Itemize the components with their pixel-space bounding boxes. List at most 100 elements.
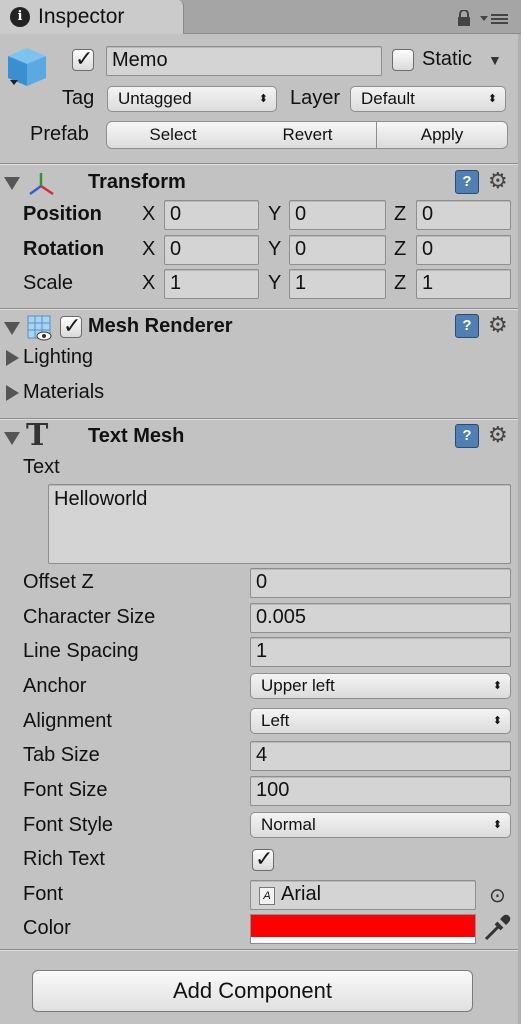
select-arrows-icon: ⬍ bbox=[492, 819, 502, 831]
layer-label: Layer bbox=[290, 87, 341, 109]
position-x-field[interactable]: 0 bbox=[164, 200, 259, 230]
prefab-apply-button[interactable]: Apply bbox=[376, 121, 508, 149]
tag-value: Untagged bbox=[118, 89, 192, 108]
text-label: Text bbox=[23, 456, 60, 478]
eyedropper-icon[interactable] bbox=[482, 913, 512, 943]
lighting-label[interactable]: Lighting bbox=[23, 346, 93, 369]
color-label: Color bbox=[23, 917, 71, 939]
position-y-field[interactable]: 0 bbox=[289, 200, 386, 230]
rich-text-label: Rich Text bbox=[23, 848, 105, 870]
font-style-value: Normal bbox=[261, 815, 316, 834]
prefab-label: Prefab bbox=[30, 123, 89, 145]
lock-icon[interactable] bbox=[455, 10, 473, 26]
transform-title: Transform bbox=[88, 171, 186, 193]
font-asset-icon: A bbox=[259, 887, 275, 905]
help-icon[interactable]: ? bbox=[455, 170, 479, 194]
rotation-x-field[interactable]: 0 bbox=[164, 235, 259, 265]
divider bbox=[0, 164, 521, 165]
scale-x-field[interactable]: 1 bbox=[164, 269, 259, 299]
axis-z-label[interactable]: Z bbox=[394, 203, 406, 226]
gear-icon[interactable]: ⚙ bbox=[488, 170, 508, 192]
text-mesh-foldout-icon[interactable] bbox=[4, 432, 20, 445]
offset-z-field[interactable]: 0 bbox=[250, 568, 511, 598]
info-icon: i bbox=[10, 7, 30, 27]
axis-y-label[interactable]: Y bbox=[268, 203, 281, 226]
help-icon[interactable]: ? bbox=[455, 424, 479, 448]
add-component-button[interactable]: Add Component bbox=[32, 970, 473, 1012]
object-picker-icon[interactable]: ⊙ bbox=[489, 883, 506, 908]
axis-y-label[interactable]: Y bbox=[268, 238, 281, 261]
divider bbox=[0, 419, 521, 420]
anchor-dropdown[interactable]: Upper left ⬍ bbox=[250, 673, 511, 699]
position-z-field[interactable]: 0 bbox=[416, 200, 511, 230]
mesh-renderer-title: Mesh Renderer bbox=[88, 315, 233, 337]
rotation-label: Rotation bbox=[23, 238, 105, 260]
static-checkbox[interactable] bbox=[392, 49, 414, 71]
mesh-renderer-foldout-icon[interactable] bbox=[4, 322, 20, 335]
font-size-label: Font Size bbox=[23, 779, 108, 801]
tab-inspector[interactable]: i Inspector bbox=[0, 0, 184, 34]
axis-z-label[interactable]: Z bbox=[394, 238, 406, 261]
layer-dropdown[interactable]: Default ⬍ bbox=[350, 86, 506, 112]
object-name-field[interactable]: Memo bbox=[106, 46, 382, 76]
layer-value: Default bbox=[361, 89, 415, 108]
axis-z-label[interactable]: Z bbox=[394, 272, 406, 295]
font-style-dropdown[interactable]: Normal ⬍ bbox=[250, 812, 511, 838]
mesh-renderer-enabled-checkbox[interactable]: ✓ bbox=[60, 313, 82, 338]
static-dropdown-arrow-icon[interactable]: ▼ bbox=[488, 52, 502, 68]
alignment-dropdown[interactable]: Left ⬍ bbox=[250, 708, 511, 734]
select-arrows-icon: ⬍ bbox=[492, 680, 502, 692]
scale-z-field[interactable]: 1 bbox=[416, 269, 511, 299]
alignment-label: Alignment bbox=[23, 710, 112, 732]
character-size-field[interactable]: 0.005 bbox=[250, 603, 511, 633]
rotation-z-field[interactable]: 0 bbox=[416, 235, 511, 265]
tab-size-field[interactable]: 4 bbox=[250, 741, 511, 771]
alignment-value: Left bbox=[261, 711, 290, 730]
axis-y-label[interactable]: Y bbox=[268, 272, 281, 295]
check-icon: ✓ bbox=[255, 846, 274, 871]
font-value: Arial bbox=[281, 883, 322, 905]
static-label: Static bbox=[422, 48, 473, 70]
tag-dropdown[interactable]: Untagged ⬍ bbox=[107, 86, 277, 112]
tab-title: Inspector bbox=[38, 5, 125, 28]
gear-icon[interactable]: ⚙ bbox=[488, 424, 508, 446]
transform-foldout-icon[interactable] bbox=[4, 177, 20, 190]
prefab-select-button[interactable]: Select bbox=[106, 121, 240, 149]
text-area[interactable]: Helloworld bbox=[48, 484, 511, 564]
scale-label: Scale bbox=[23, 272, 74, 294]
gear-icon[interactable]: ⚙ bbox=[488, 314, 508, 336]
color-swatch bbox=[251, 915, 475, 937]
check-icon: ✓ bbox=[75, 46, 94, 71]
context-menu-icon[interactable] bbox=[480, 12, 510, 26]
rotation-y-field[interactable]: 0 bbox=[289, 235, 386, 265]
lighting-foldout-icon[interactable] bbox=[6, 350, 19, 366]
select-arrows-icon: ⬍ bbox=[258, 93, 268, 105]
materials-label[interactable]: Materials bbox=[23, 381, 104, 404]
active-checkbox[interactable]: ✓ bbox=[72, 46, 94, 71]
divider bbox=[0, 309, 521, 310]
divider bbox=[0, 950, 521, 951]
rich-text-checkbox[interactable]: ✓ bbox=[252, 846, 274, 871]
check-icon: ✓ bbox=[63, 313, 82, 338]
line-spacing-field[interactable]: 1 bbox=[250, 637, 511, 667]
axis-x-label[interactable]: X bbox=[142, 272, 155, 295]
tab-size-label: Tab Size bbox=[23, 744, 100, 766]
select-arrows-icon: ⬍ bbox=[487, 93, 497, 105]
materials-foldout-icon[interactable] bbox=[6, 385, 19, 401]
offset-z-label: Offset Z bbox=[23, 571, 94, 593]
prefab-revert-button[interactable]: Revert bbox=[239, 121, 377, 149]
help-icon[interactable]: ? bbox=[455, 314, 479, 338]
character-size-label: Character Size bbox=[23, 606, 156, 628]
scale-y-field[interactable]: 1 bbox=[289, 269, 386, 299]
axis-x-label[interactable]: X bbox=[142, 238, 155, 261]
axis-x-label[interactable]: X bbox=[142, 203, 155, 226]
font-object-field[interactable]: A Arial bbox=[250, 880, 476, 910]
font-label: Font bbox=[23, 883, 64, 905]
text-mesh-t-icon: T bbox=[26, 418, 49, 453]
font-style-label: Font Style bbox=[23, 814, 114, 836]
transform-axes-icon bbox=[29, 173, 54, 196]
select-arrows-icon: ⬍ bbox=[492, 715, 502, 727]
font-size-field[interactable]: 100 bbox=[250, 776, 511, 806]
gameobject-cube-icon bbox=[8, 48, 46, 86]
color-field[interactable] bbox=[250, 914, 476, 944]
